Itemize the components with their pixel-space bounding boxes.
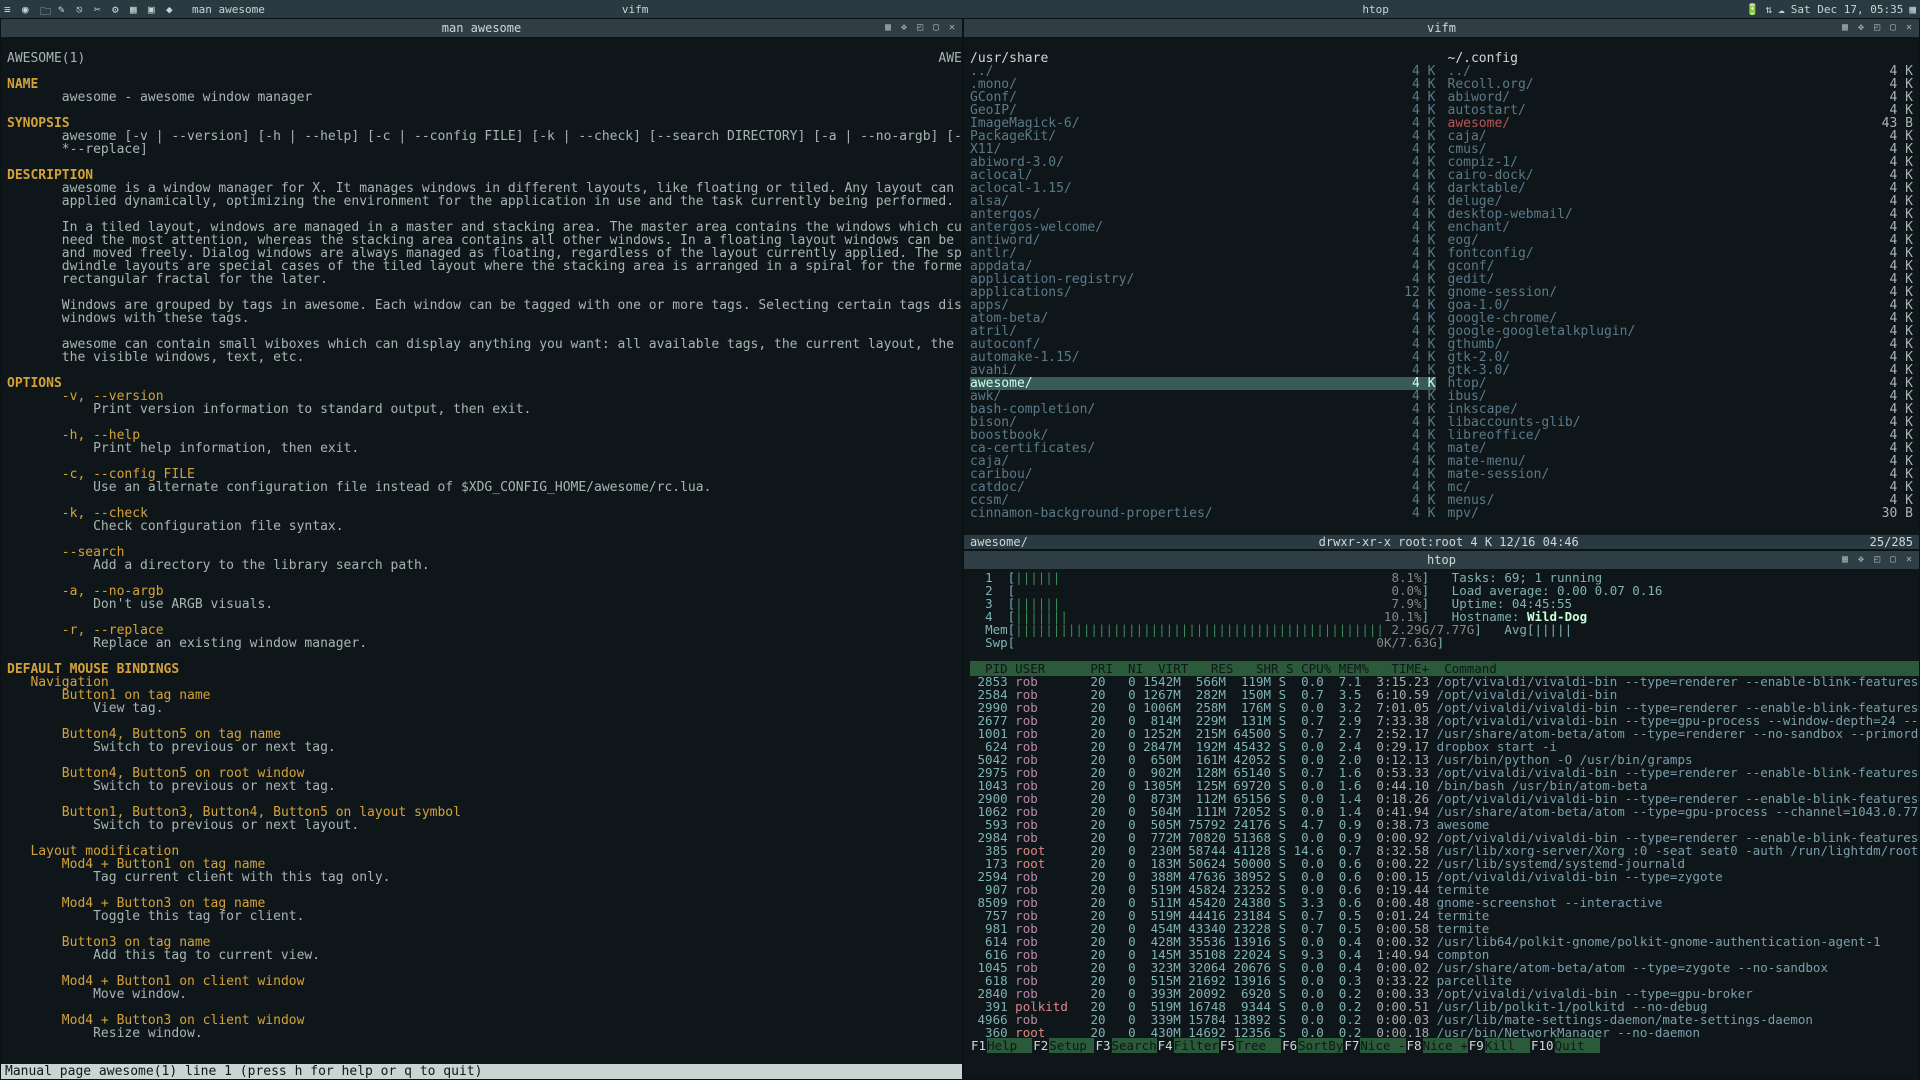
opt-c-desc: Use an alternate configuration file inst… [93, 480, 711, 495]
close-icon[interactable]: ✕ [944, 20, 960, 34]
nav-0-d: View tag. [93, 701, 163, 716]
edit-icon[interactable]: ✎ [58, 3, 70, 15]
vifm-status-left: awesome/ [970, 535, 1028, 549]
opt-k-desc: Check configuration file syntax. [93, 519, 343, 534]
sticky-icon[interactable]: ✥ [1853, 20, 1869, 34]
task-active[interactable]: man awesome [192, 3, 265, 16]
window-title: man awesome [442, 21, 521, 35]
grid-icon[interactable]: ▦ [130, 3, 142, 15]
tray-cloud-icon[interactable]: ☁ [1778, 3, 1785, 16]
lay-3-d: Move window. [93, 987, 187, 1002]
window-title: vifm [1427, 21, 1456, 35]
lay-2-d: Add this tag to current view. [93, 948, 320, 963]
panel-left: ≡ ◉ 🗀 ✎ ⎋ ✂ ⚙ ▦ ▣ ◆ man awesome [4, 3, 265, 16]
terminal-icon[interactable]: ▣ [148, 3, 160, 15]
sticky-icon[interactable]: ✥ [896, 20, 912, 34]
nav-2-d: Switch to previous or next tag. [93, 779, 336, 794]
clock: Sat Dec 17, 05:35 [1791, 3, 1904, 16]
maximize-icon[interactable]: ▢ [1885, 20, 1901, 34]
nav-1-d: Switch to previous or next tag. [93, 740, 336, 755]
vifm-right-pane[interactable]: ~/.config ../ 4 KRecoll.org/ 4 Kabiword/… [1442, 37, 1920, 535]
man-header-left: AWESOME(1) [7, 51, 85, 66]
float-icon[interactable]: ◰ [1869, 552, 1885, 566]
titlebar-man[interactable]: man awesome ▦ ✥ ◰ ▢ ✕ [1, 19, 962, 37]
opt-r-desc: Replace an existing window manager. [93, 636, 367, 651]
titlebar-vifm[interactable]: vifm ▦ ✥ ◰ ▢ ✕ [964, 19, 1919, 37]
opt-a-desc: Don't use ARGB visuals. [93, 597, 273, 612]
window-vifm: vifm ▦ ✥ ◰ ▢ ✕ /usr/share ../ 4 K.mono/ … [963, 18, 1920, 550]
ontop-icon[interactable]: ▦ [1837, 20, 1853, 34]
maximize-icon[interactable]: ▢ [1885, 552, 1901, 566]
window-man: man awesome ▦ ✥ ◰ ▢ ✕ AWESOME(1) [0, 18, 963, 1080]
man-header-right: AWESOME(1) [938, 51, 962, 66]
close-icon[interactable]: ✕ [1901, 20, 1917, 34]
awesome-icon[interactable]: ◆ [166, 3, 178, 15]
close-icon[interactable]: ✕ [1901, 552, 1917, 566]
window-htop: htop ▦ ✥ ◰ ▢ ✕ 1 [|||||| 8.1%] Tasks: 69… [963, 550, 1920, 1080]
sticky-icon[interactable]: ✥ [1853, 552, 1869, 566]
tray-battery-icon[interactable]: 🔋 [1746, 3, 1760, 16]
panel-center: vifm htop [265, 3, 1746, 16]
maximize-icon[interactable]: ▢ [928, 20, 944, 34]
folder-icon[interactable]: 🗀 [40, 3, 52, 15]
lay-4-d: Resize window. [93, 1026, 203, 1041]
name-body: awesome - awesome window manager [7, 90, 312, 105]
tray-network-icon[interactable]: ⇅ [1766, 3, 1773, 16]
opt-h-desc: Print help information, then exit. [93, 441, 359, 456]
titlebar-htop[interactable]: htop ▦ ✥ ◰ ▢ ✕ [964, 551, 1919, 569]
list-item[interactable]: cinnamon-background-properties/ 4 K [970, 507, 1436, 520]
top-panel: ≡ ◉ 🗀 ✎ ⎋ ✂ ⚙ ▦ ▣ ◆ man awesome vifm hto… [0, 0, 1920, 18]
opt-search-desc: Add a directory to the library search pa… [93, 558, 430, 573]
float-icon[interactable]: ◰ [912, 20, 928, 34]
ontop-icon[interactable]: ▦ [1837, 552, 1853, 566]
htop-content[interactable]: 1 [|||||| 8.1%] Tasks: 69; 1 running 2 [… [964, 569, 1919, 1079]
list-item[interactable]: mpv/ 30 B [1448, 507, 1914, 520]
record-icon[interactable]: ◉ [22, 3, 34, 15]
task-vifm[interactable]: vifm [622, 3, 649, 16]
link-icon[interactable]: ⎋ [76, 3, 88, 15]
vifm-left-pane[interactable]: /usr/share ../ 4 K.mono/ 4 KGConf/ 4 KGe… [964, 37, 1442, 535]
ontop-icon[interactable]: ▦ [880, 20, 896, 34]
nav-3-d: Switch to previous or next layout. [93, 818, 359, 833]
vifm-status-mid: drwxr-xr-x root:root 4 K 12/16 04:46 [1319, 535, 1579, 549]
settings-icon[interactable]: ⚙ [112, 3, 124, 15]
opt-v-desc: Print version information to standard ou… [93, 402, 531, 417]
vifm-status: awesome/ drwxr-xr-x root:root 4 K 12/16 … [964, 535, 1919, 549]
task-htop[interactable]: htop [1362, 3, 1389, 16]
lay-0-d: Tag current client with this tag only. [93, 870, 390, 885]
window-title: htop [1427, 553, 1456, 567]
panel-right: 🔋 ⇅ ☁ Sat Dec 17, 05:35 ▦ [1746, 3, 1916, 16]
section-options: OPTIONS [7, 376, 62, 391]
man-statusline: Manual page awesome(1) line 1 (press h f… [1, 1064, 962, 1079]
vifm-status-right: 25/285 [1870, 535, 1913, 549]
synopsis-body: awesome [-v | --version] [-h | --help] [… [7, 129, 962, 157]
float-icon[interactable]: ◰ [1869, 20, 1885, 34]
man-content[interactable]: AWESOME(1) AWESOME(1) NAME awesome - awe… [1, 37, 962, 1064]
cut-icon[interactable]: ✂ [94, 3, 106, 15]
menu-icon[interactable]: ≡ [4, 3, 16, 15]
layout-icon[interactable]: ▦ [1909, 3, 1916, 16]
description-body: awesome is a window manager for X. It ma… [7, 181, 962, 365]
lay-1-d: Toggle this tag for client. [93, 909, 304, 924]
